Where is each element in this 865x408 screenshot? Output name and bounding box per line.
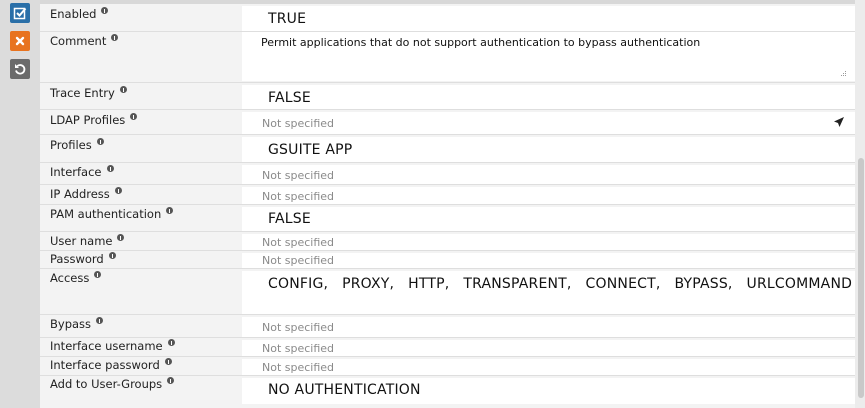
info-icon[interactable] [167,377,175,384]
trace-entry-value: FALSE [268,90,311,106]
ldap-profiles-field[interactable]: Not specified [242,112,855,134]
trace-entry-field[interactable]: FALSE [242,85,855,109]
field-label-interface-password: Interface password [50,358,172,372]
interface-password-placeholder: Not specified [262,361,335,374]
resize-grip-icon[interactable] [839,69,847,77]
field-label-interface: Interface [50,165,114,179]
enabled-value: TRUE [268,11,307,27]
rule-form-panel: Enabled TRUE Comment Permit applications… [40,0,855,408]
field-label-user-name: User name [50,234,125,248]
form-row-interface-password: Interface password Not specified [40,357,855,376]
ip-address-field[interactable]: Not specified [242,187,855,204]
info-icon[interactable] [108,252,116,259]
access-value: CONFIG, PROXY, HTTP, TRANSPARENT, CONNEC… [268,276,853,292]
interface-username-field[interactable]: Not specified [242,340,855,356]
close-x-icon [15,36,25,46]
form-row-ip-address: IP Address Not specified [40,185,855,205]
info-icon[interactable] [101,7,109,14]
form-row-enabled: Enabled TRUE [40,4,855,32]
password-placeholder: Not specified [262,254,335,267]
form-row-bypass: Bypass Not specified [40,315,855,338]
form-row-interface-username: Interface username Not specified [40,338,855,357]
ldap-profiles-placeholder: Not specified [262,117,335,130]
field-label-enabled: Enabled [50,7,109,21]
bypass-field[interactable]: Not specified [242,317,855,337]
scrollbar-thumb[interactable] [858,158,864,398]
profiles-value: GSUITE APP [268,142,353,158]
interface-password-field[interactable]: Not specified [242,359,855,375]
comment-textarea[interactable]: Permit applications that do not support … [242,32,855,81]
field-label-ldap-profiles: LDAP Profiles [50,113,138,127]
pam-authentication-value: FALSE [268,211,311,227]
info-icon[interactable] [164,358,172,365]
reset-button[interactable] [10,59,30,79]
checkbox-check-icon [13,7,27,20]
info-icon[interactable] [96,317,104,324]
enabled-field[interactable]: TRUE [242,6,855,31]
form-row-add-to-user-groups: Add to User-Groups NO AUTHENTICATION [40,376,855,408]
field-label-password: Password [50,252,116,266]
interface-username-placeholder: Not specified [262,342,335,355]
field-label-bypass: Bypass [50,317,104,331]
field-label-comment: Comment [50,34,119,48]
field-label-access: Access [50,271,102,285]
bypass-placeholder: Not specified [262,321,335,334]
comment-value: Permit applications that do not support … [261,36,701,49]
undo-icon [15,64,26,75]
info-icon[interactable] [119,86,127,93]
field-label-add-to-user-groups: Add to User-Groups [50,377,175,391]
field-label-profiles: Profiles [50,138,104,152]
profiles-field[interactable]: GSUITE APP [242,137,855,162]
user-name-field[interactable]: Not specified [242,234,855,250]
access-field[interactable]: CONFIG, PROXY, HTTP, TRANSPARENT, CONNEC… [242,271,855,314]
interface-placeholder: Not specified [262,169,335,182]
user-name-placeholder: Not specified [262,236,335,249]
field-label-pam-authentication: PAM authentication [50,207,174,221]
field-label-interface-username: Interface username [50,339,175,353]
info-icon[interactable] [117,234,125,241]
password-field[interactable]: Not specified [242,253,855,268]
field-label-ip-address: IP Address [50,187,122,201]
save-button[interactable] [10,3,30,23]
cancel-button[interactable] [10,31,30,51]
info-icon[interactable] [96,138,104,145]
pam-authentication-field[interactable]: FALSE [242,207,855,231]
form-row-comment: Comment Permit applications that do not … [40,32,855,83]
info-icon[interactable] [106,165,114,172]
ip-address-placeholder: Not specified [262,190,335,203]
send-arrow-icon[interactable] [833,116,845,128]
form-row-user-name: User name Not specified [40,232,855,251]
info-icon[interactable] [166,207,174,214]
form-row-pam-authentication: PAM authentication FALSE [40,205,855,232]
info-icon[interactable] [94,271,102,278]
form-row-interface: Interface Not specified [40,163,855,185]
add-to-user-groups-value: NO AUTHENTICATION [268,382,421,398]
form-row-password: Password Not specified [40,251,855,269]
form-row-access: Access CONFIG, PROXY, HTTP, TRANSPARENT,… [40,269,855,315]
form-row-ldap-profiles: LDAP Profiles Not specified [40,110,855,135]
form-row-profiles: Profiles GSUITE APP [40,135,855,163]
info-icon[interactable] [167,339,175,346]
form-row-trace-entry: Trace Entry FALSE [40,83,855,110]
field-label-trace-entry: Trace Entry [50,86,127,100]
info-icon[interactable] [130,113,138,120]
add-to-user-groups-field[interactable]: NO AUTHENTICATION [242,378,855,404]
vertical-scrollbar[interactable] [855,0,865,408]
info-icon[interactable] [114,187,122,194]
action-toolbar [0,0,40,408]
interface-field[interactable]: Not specified [242,165,855,184]
info-icon[interactable] [111,34,119,41]
